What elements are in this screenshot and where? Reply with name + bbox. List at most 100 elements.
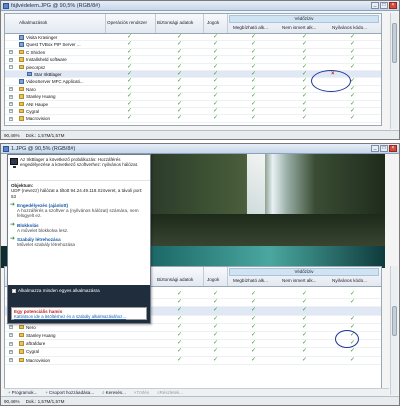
- check-icon[interactable]: ✓: [251, 56, 256, 63]
- check-icon[interactable]: ✓: [177, 115, 182, 122]
- check-icon[interactable]: ✓: [177, 307, 182, 314]
- check-icon[interactable]: ✓: [251, 307, 256, 314]
- check-icon[interactable]: ✓: [251, 299, 256, 306]
- check-icon[interactable]: ✓: [127, 64, 132, 71]
- check-icon[interactable]: ✓: [302, 291, 307, 298]
- expand-icon[interactable]: +: [9, 349, 13, 354]
- check-icon[interactable]: ✓: [213, 93, 218, 100]
- check-icon[interactable]: ✓: [302, 316, 307, 323]
- col-trusted[interactable]: Megbízható alk...: [233, 278, 268, 283]
- check-icon[interactable]: ✓: [213, 324, 218, 331]
- check-icon[interactable]: ✓: [251, 71, 256, 78]
- check-icon[interactable]: ✓: [251, 357, 256, 364]
- check-icon[interactable]: ✓: [177, 93, 182, 100]
- check-icon[interactable]: ✓: [177, 56, 182, 63]
- check-icon[interactable]: ✓: [350, 64, 355, 71]
- check-icon[interactable]: ✓: [251, 108, 256, 115]
- check-icon[interactable]: ✓: [127, 49, 132, 56]
- minimize-button[interactable]: _: [371, 145, 379, 152]
- check-icon[interactable]: ✓: [302, 332, 307, 339]
- check-icon[interactable]: ✓: [350, 41, 355, 48]
- check-icon[interactable]: ✓: [213, 34, 218, 41]
- search-button[interactable]: ⌕Keresés...: [102, 390, 126, 395]
- check-icon[interactable]: ✓: [213, 56, 218, 63]
- check-icon[interactable]: ✓: [251, 316, 256, 323]
- check-icon[interactable]: ✓: [177, 332, 182, 339]
- check-icon[interactable]: ✓: [350, 86, 355, 93]
- check-icon[interactable]: ✓: [213, 299, 218, 306]
- scroll-thumb[interactable]: [392, 23, 397, 63]
- col-unknown[interactable]: Nem ismert alk...: [282, 278, 316, 283]
- col-rights[interactable]: Jogok: [207, 20, 219, 25]
- expand-icon[interactable]: +: [9, 116, 13, 121]
- check-icon[interactable]: ✓: [302, 324, 307, 331]
- col-os[interactable]: Operációs rendszer: [107, 20, 147, 25]
- check-icon[interactable]: ✓: [177, 41, 182, 48]
- check-icon[interactable]: ✓: [302, 357, 307, 364]
- check-icon[interactable]: ✓: [213, 78, 218, 85]
- maximize-button[interactable]: □: [380, 2, 388, 9]
- check-icon[interactable]: ✓: [213, 348, 218, 355]
- check-icon[interactable]: ✓: [251, 101, 256, 108]
- table-row[interactable]: + Stanley Huang ✓ ✓ ✓ ✓ ✓: [5, 332, 381, 341]
- check-icon[interactable]: ✓: [251, 41, 256, 48]
- table-row[interactable]: + Macrovision ✓ ✓ ✓ ✓ ✓: [5, 357, 381, 365]
- check-icon[interactable]: ✓: [177, 64, 182, 71]
- expand-icon[interactable]: +: [9, 358, 13, 362]
- check-icon[interactable]: ✓: [177, 49, 182, 56]
- collapse-icon[interactable]: −: [9, 65, 13, 70]
- check-icon[interactable]: ✓: [302, 101, 307, 108]
- remember-checkbox[interactable]: [12, 288, 16, 293]
- col-rights[interactable]: Jogok: [207, 277, 219, 282]
- zoom-level[interactable]: 90,46%: [4, 399, 20, 404]
- check-icon[interactable]: ✓: [127, 86, 132, 93]
- check-icon[interactable]: ✓: [251, 340, 256, 347]
- check-icon[interactable]: ✓: [302, 41, 307, 48]
- expand-icon[interactable]: +: [9, 333, 13, 338]
- expand-icon[interactable]: +: [9, 341, 13, 346]
- col-applications[interactable]: Alkalmazások: [19, 20, 47, 25]
- check-icon[interactable]: ✓: [127, 56, 132, 63]
- check-icon[interactable]: ✓: [302, 86, 307, 93]
- check-icon[interactable]: ✓: [127, 34, 132, 41]
- check-icon[interactable]: ✓: [302, 34, 307, 41]
- table-row[interactable]: + Cygral ✓ ✓ ✓ ✓ ✓: [5, 348, 381, 357]
- check-icon[interactable]: ✓: [251, 78, 256, 85]
- expand-icon[interactable]: +: [9, 325, 13, 330]
- bottom-window-titlebar[interactable]: 1.JPG @ 90,5% (RGB/8#) _ □ ×: [1, 144, 399, 154]
- check-icon[interactable]: ✓: [127, 78, 132, 85]
- check-icon[interactable]: ✓: [302, 115, 307, 122]
- check-icon[interactable]: ✓: [251, 49, 256, 56]
- check-icon[interactable]: ✓: [177, 34, 182, 41]
- check-icon[interactable]: ✓: [177, 299, 182, 306]
- col-security[interactable]: Biztonsági adatok: [157, 277, 193, 282]
- check-icon[interactable]: ✓: [127, 101, 132, 108]
- block-action[interactable]: ➔ Blokkolás A művelet blokkolva lesz.: [8, 221, 150, 235]
- check-icon[interactable]: ✓: [127, 71, 132, 78]
- check-icon[interactable]: ✓: [213, 49, 218, 56]
- check-icon[interactable]: ✓: [251, 332, 256, 339]
- check-icon[interactable]: ✓: [302, 56, 307, 63]
- expand-icon[interactable]: +: [9, 102, 13, 107]
- col-public[interactable]: Nyilvános kódo...: [332, 278, 367, 283]
- check-icon[interactable]: ✓: [350, 291, 355, 298]
- check-icon[interactable]: ✓: [350, 93, 355, 100]
- delete-button[interactable]: ×Törlés: [134, 390, 149, 395]
- check-icon[interactable]: ✓: [213, 41, 218, 48]
- create-rule-action[interactable]: ➔ Szabály létrehozása Művelet szabály lé…: [8, 235, 150, 249]
- check-icon[interactable]: ✓: [350, 56, 355, 63]
- add-group-button[interactable]: +Csoport hozzáadása...: [45, 390, 94, 395]
- zoom-level[interactable]: 90,46%: [4, 133, 20, 138]
- warning-link[interactable]: Kattintson ide a letöltéshez és a szabál…: [14, 314, 144, 319]
- check-icon[interactable]: ✓: [177, 86, 182, 93]
- table-row[interactable]: + ANI Haupe ✓ ✓ ✓ ✓ ✓ ✓: [5, 101, 381, 108]
- check-icon[interactable]: ✓: [177, 324, 182, 331]
- check-icon[interactable]: ✓: [213, 332, 218, 339]
- expand-icon[interactable]: +: [9, 57, 13, 62]
- check-icon[interactable]: ✓: [127, 108, 132, 115]
- table-row[interactable]: + Stanley Huang ✓ ✓ ✓ ✓ ✓ ✓: [5, 93, 381, 101]
- table-row[interactable]: Quest TVBox PIP Server ... ✓ ✓ ✓ ✓ ✓ ✓: [5, 41, 381, 49]
- minimize-button[interactable]: _: [371, 2, 379, 9]
- check-icon[interactable]: ✓: [302, 307, 307, 314]
- check-icon[interactable]: ✓: [251, 348, 256, 355]
